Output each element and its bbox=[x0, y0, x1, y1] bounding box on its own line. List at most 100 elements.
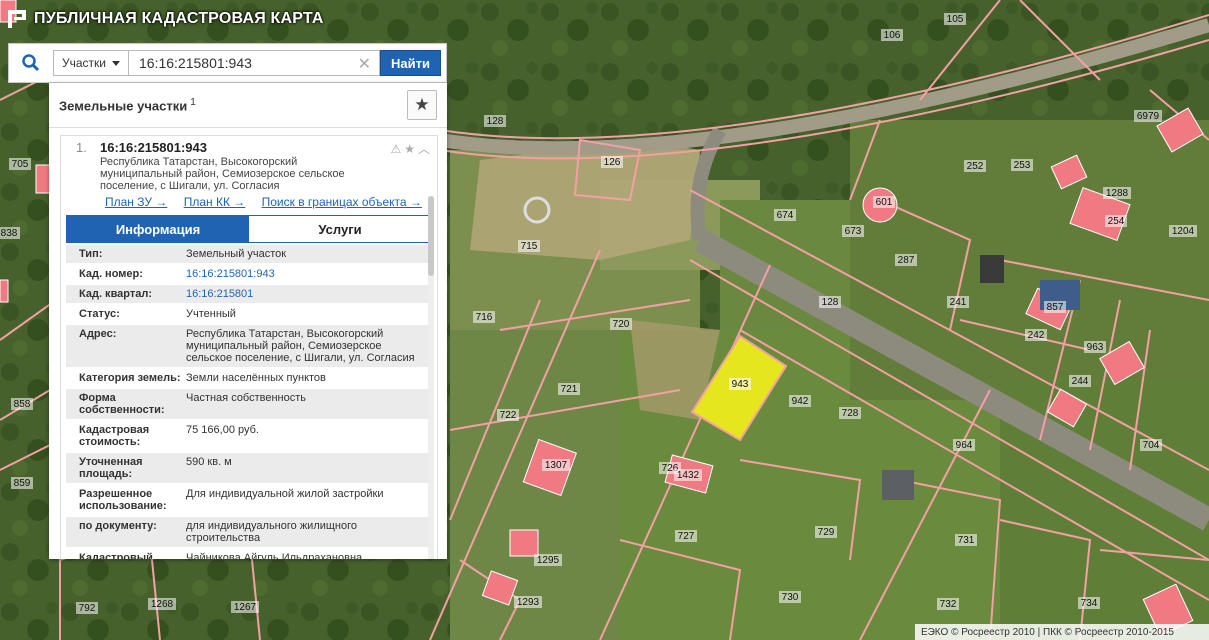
property-row: Разрешенное использование: Для индивидуал… bbox=[66, 485, 432, 515]
search-type-label: Участки bbox=[62, 56, 106, 70]
warning-icon[interactable]: ⚠ bbox=[390, 142, 404, 156]
parcel-label[interactable]: 964 bbox=[956, 440, 973, 451]
result-card: 1. 16:16:215801:943 Республика Татарстан… bbox=[60, 135, 438, 559]
parcel-label[interactable]: 963 bbox=[1087, 342, 1104, 353]
parcel-label[interactable]: 705 bbox=[12, 159, 29, 170]
favorite-star-button[interactable]: ★ bbox=[407, 90, 437, 120]
property-value[interactable]: 16:16:215801:943 bbox=[186, 268, 432, 280]
parcel-label[interactable]: 601 bbox=[876, 197, 893, 208]
property-value: Республика Татарстан, Высокогорский муни… bbox=[186, 328, 415, 364]
property-row: Кад. квартал: 16:16:215801 bbox=[66, 285, 432, 303]
parcel-label[interactable]: 838 bbox=[1, 228, 18, 239]
property-label: по документу: bbox=[79, 520, 157, 532]
parcel-label[interactable]: 1295 bbox=[537, 555, 560, 566]
property-value: Частная собственность bbox=[186, 392, 307, 404]
star-icon: ★ bbox=[414, 95, 430, 114]
parcel-label[interactable]: 1432 bbox=[677, 470, 700, 481]
find-button[interactable]: Найти bbox=[380, 50, 441, 76]
parcel-label[interactable]: 859 bbox=[14, 478, 31, 489]
parcel-label[interactable]: 673 bbox=[845, 226, 862, 237]
property-label: Кадастровый инженер: bbox=[79, 552, 153, 559]
plan-kk-link[interactable]: План КК → bbox=[184, 195, 246, 209]
search-query: 16:16:215801:943 bbox=[139, 55, 252, 71]
property-row: Адрес: Республика Татарстан, Высокогорски… bbox=[66, 325, 432, 367]
parcel-label[interactable]: 253 bbox=[1014, 160, 1031, 171]
parcel-label[interactable]: 858 bbox=[14, 399, 31, 410]
result-cad-number[interactable]: 16:16:215801:943 bbox=[100, 140, 207, 155]
parcel-label[interactable]: 727 bbox=[678, 531, 695, 542]
app-title: ПУБЛИЧНАЯ КАДАСТРОВАЯ КАРТА bbox=[34, 10, 324, 27]
parcel-label[interactable]: 241 bbox=[950, 297, 967, 308]
parcel-label[interactable]: 287 bbox=[898, 255, 915, 266]
parcel-label[interactable]: 254 bbox=[1108, 216, 1125, 227]
search-icon[interactable] bbox=[9, 44, 53, 82]
property-value[interactable]: 16:16:215801 bbox=[186, 288, 432, 300]
search-type-select[interactable]: Участки bbox=[53, 50, 129, 76]
parcel-label[interactable]: 734 bbox=[1081, 598, 1098, 609]
scrollbar-thumb[interactable] bbox=[428, 196, 434, 276]
card-action-icons: ⚠★︿ bbox=[390, 140, 433, 157]
parcel-label[interactable]: 242 bbox=[1028, 330, 1045, 341]
scrollbar[interactable] bbox=[428, 196, 434, 559]
results-title: Земельные участки 1 bbox=[59, 97, 196, 113]
property-label: Уточненная площадь: bbox=[79, 456, 143, 480]
parcel-label[interactable]: 674 bbox=[777, 210, 794, 221]
parcel-label[interactable]: 942 bbox=[792, 396, 809, 407]
property-row: Категория земель: Земли населённых пункто… bbox=[66, 369, 432, 387]
parcel-label[interactable]: 1267 bbox=[234, 602, 257, 613]
parcel-label[interactable]: 732 bbox=[940, 599, 957, 610]
results-panel: Земельные участки 1 ★ 1. 16:16:215801:943… bbox=[49, 83, 447, 559]
parcel-label[interactable]: 105 bbox=[947, 14, 964, 25]
parcel-label[interactable]: 126 bbox=[604, 157, 621, 168]
parcel-label[interactable]: 244 bbox=[1072, 376, 1089, 387]
parcel-label[interactable]: 720 bbox=[613, 319, 630, 330]
property-row: Статус: Учтенный bbox=[66, 305, 432, 323]
property-row: Форма собственности: Частная собственност… bbox=[66, 389, 432, 419]
property-label: Статус: bbox=[79, 308, 120, 320]
parcel-label[interactable]: 1288 bbox=[1106, 188, 1129, 199]
favorite-icon[interactable]: ★ bbox=[404, 142, 418, 156]
property-label: Адрес: bbox=[79, 328, 117, 340]
parcel-label[interactable]: 728 bbox=[842, 408, 859, 419]
property-label: Категория земель: bbox=[79, 372, 181, 384]
parcel-label[interactable]: 1307 bbox=[545, 460, 568, 471]
parcel-label[interactable]: 857 bbox=[1047, 302, 1064, 313]
parcel-label[interactable]: 716 bbox=[476, 312, 493, 323]
parcel-label[interactable]: 252 bbox=[967, 161, 984, 172]
parcel-label[interactable]: 704 bbox=[1143, 440, 1160, 451]
property-value: 590 кв. м bbox=[186, 456, 232, 468]
property-row: Уточненная площадь: 590 кв. м bbox=[66, 453, 432, 483]
parcel-label[interactable]: 721 bbox=[561, 384, 578, 395]
parcel-label[interactable]: 128 bbox=[487, 116, 504, 127]
search-in-bounds-link[interactable]: Поиск в границах объекта → bbox=[262, 195, 422, 209]
property-label: Форма собственности: bbox=[79, 392, 165, 416]
parcel-label[interactable]: 715 bbox=[521, 241, 538, 252]
property-row: Кадастровый инженер: Чайникова Айгуль Иль… bbox=[66, 549, 432, 559]
parcel-label[interactable]: 729 bbox=[818, 527, 835, 538]
caret-down-icon bbox=[112, 60, 120, 66]
parcel-label[interactable]: 722 bbox=[500, 410, 517, 421]
parcel-label[interactable]: 6979 bbox=[1137, 111, 1160, 122]
parcel-label[interactable]: 730 bbox=[782, 592, 799, 603]
tab-information[interactable]: Информация bbox=[67, 216, 249, 242]
parcel-label[interactable]: 106 bbox=[884, 30, 901, 41]
property-value: 75 166,00 руб. bbox=[186, 424, 259, 436]
property-label: Кад. номер: bbox=[79, 268, 143, 280]
parcel-label[interactable]: 792 bbox=[79, 603, 96, 614]
collapse-icon[interactable]: ︿ bbox=[418, 142, 433, 156]
result-links: План ЗУ → План КК → Поиск в границах объ… bbox=[105, 195, 435, 209]
tab-services[interactable]: Услуги bbox=[249, 216, 431, 242]
parcel-label[interactable]: 128 bbox=[822, 297, 839, 308]
parcel-label[interactable]: 943 bbox=[732, 379, 749, 390]
property-row: Кадастровая стоимость: 75 166,00 руб. bbox=[66, 421, 432, 451]
parcel-label[interactable]: 1268 bbox=[151, 599, 174, 610]
clear-icon[interactable]: ✕ bbox=[358, 54, 371, 74]
property-label: Разрешенное использование: bbox=[79, 488, 167, 512]
parcel-label[interactable]: 731 bbox=[958, 535, 975, 546]
property-value: Чайникова Айгуль Ильдрахановна bbox=[186, 552, 363, 559]
parcel-label[interactable]: 1293 bbox=[517, 597, 540, 608]
plan-zu-link[interactable]: План ЗУ → bbox=[105, 195, 167, 209]
parcel-label[interactable]: 1204 bbox=[1172, 226, 1195, 237]
search-input[interactable]: 16:16:215801:943 ✕ bbox=[129, 50, 380, 76]
pkk-logo-icon bbox=[8, 10, 26, 28]
